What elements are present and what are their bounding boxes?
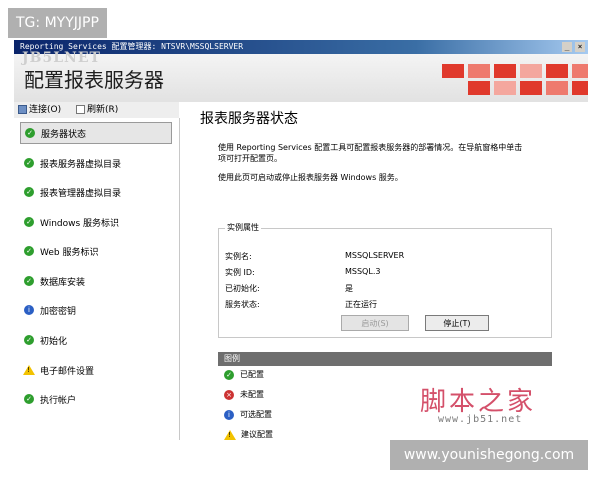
sidebar-item-report-server-vdir[interactable]: ✓ 报表服务器虚拟目录 xyxy=(20,152,172,174)
legend-item-recommended: ! 建议配置 xyxy=(224,429,273,440)
initialized-label: 已初始化: xyxy=(225,284,260,293)
sidebar-item-web-service-identity[interactable]: ✓ Web 服务标识 xyxy=(20,240,172,262)
sidebar-item-label: Web 服务标识 xyxy=(40,247,99,258)
info-icon: i xyxy=(24,305,34,315)
connect-label: 连接(O) xyxy=(29,105,62,115)
refresh-label: 刷新(R) xyxy=(87,105,119,115)
check-icon: ✓ xyxy=(24,187,34,197)
sidebar-item-encryption-keys[interactable]: i 加密密钥 xyxy=(20,299,172,321)
description-line-1: 使用 Reporting Services 配置工具可配置报表服务器的部署情况。… xyxy=(218,143,523,152)
description-line-2: 项可打开配置页。 xyxy=(218,154,282,163)
instance-id-label: 实例 ID: xyxy=(225,268,255,277)
legend-label: 可选配置 xyxy=(240,410,272,419)
refresh-icon xyxy=(76,105,85,114)
legend-header: 图例 xyxy=(218,352,552,366)
instance-id-value: MSSQL.3 xyxy=(345,267,381,276)
legend-item-configured: ✓ 已配置 xyxy=(224,369,264,380)
sidebar-item-initialization[interactable]: ✓ 初始化 xyxy=(20,329,172,351)
check-icon: ✓ xyxy=(24,335,34,345)
sidebar-item-label: 执行帐户 xyxy=(40,395,77,406)
sidebar: ✓ 服务器状态 ✓ 报表服务器虚拟目录 ✓ 报表管理器虚拟目录 ✓ Window… xyxy=(14,118,180,440)
top-left-watermark: TG: MYYJJPP xyxy=(8,8,107,38)
check-icon: ✓ xyxy=(24,217,34,227)
error-icon: × xyxy=(224,389,234,400)
check-icon: ✓ xyxy=(24,158,34,168)
sidebar-item-execution-account[interactable]: ✓ 执行帐户 xyxy=(20,388,172,410)
app-banner: JB5LNET 配置报表服务器 xyxy=(14,50,588,102)
legend-item-not-configured: × 未配置 xyxy=(224,389,264,400)
page-title: 报表服务器状态 xyxy=(200,111,298,127)
sidebar-item-database-setup[interactable]: ✓ 数据库安装 xyxy=(20,270,172,292)
instance-properties-group: 实例属性 实例名: MSSQLSERVER 实例 ID: MSSQL.3 已初始… xyxy=(218,222,552,338)
info-icon: i xyxy=(224,409,234,420)
check-icon: ✓ xyxy=(24,394,34,404)
warning-icon: ! xyxy=(23,365,35,375)
initialized-value: 是 xyxy=(345,284,353,293)
minimize-button[interactable]: _ xyxy=(562,42,572,52)
sidebar-item-server-status[interactable]: ✓ 服务器状态 xyxy=(20,122,172,144)
legend-label: 建议配置 xyxy=(241,430,273,439)
sidebar-item-label: 初始化 xyxy=(40,336,68,347)
config-manager-window: Reporting Services 配置管理器: NTSVR\MSSQLSER… xyxy=(14,40,588,440)
start-button[interactable]: 启动(S) xyxy=(341,315,409,331)
check-icon: ✓ xyxy=(25,128,35,138)
sidebar-item-label: 服务器状态 xyxy=(41,129,87,140)
sidebar-item-label: 电子邮件设置 xyxy=(40,366,95,377)
stop-button[interactable]: 停止(T) xyxy=(425,315,489,331)
jb51-logo-watermark: 脚本之家 xyxy=(420,387,537,417)
refresh-button[interactable]: 刷新(R) xyxy=(76,102,118,118)
jb51-url-watermark: www.jb51.net xyxy=(438,414,523,425)
legend-label: 未配置 xyxy=(240,390,264,399)
legend-item-optional: i 可选配置 xyxy=(224,409,272,420)
close-button[interactable]: × xyxy=(575,42,585,52)
app-title: 配置报表服务器 xyxy=(24,68,164,92)
check-icon: ✓ xyxy=(224,369,234,380)
sidebar-item-label: 加密密钥 xyxy=(40,306,77,317)
toolbar: 连接(O) 刷新(R) xyxy=(14,102,179,119)
connect-button[interactable]: 连接(O) xyxy=(18,102,61,118)
group-title: 实例属性 xyxy=(225,222,261,233)
sidebar-item-label: Windows 服务标识 xyxy=(40,218,120,229)
service-status-value: 正在运行 xyxy=(345,300,377,309)
description-line-3: 使用此页可启动或停止报表服务器 Windows 服务。 xyxy=(218,173,403,182)
instance-name-value: MSSQLSERVER xyxy=(345,251,405,260)
legend-label: 已配置 xyxy=(240,370,264,379)
check-icon: ✓ xyxy=(24,246,34,256)
sidebar-item-email-settings[interactable]: ! 电子邮件设置 xyxy=(20,359,172,381)
sidebar-item-windows-service-identity[interactable]: ✓ Windows 服务标识 xyxy=(20,211,172,233)
sidebar-item-label: 报表服务器虚拟目录 xyxy=(40,159,122,170)
warning-icon: ! xyxy=(224,429,236,440)
instance-name-label: 实例名: xyxy=(225,252,252,261)
check-icon: ✓ xyxy=(24,276,34,286)
bottom-right-watermark: www.younishegong.com xyxy=(390,440,588,470)
sidebar-item-label: 数据库安装 xyxy=(40,277,86,288)
service-status-label: 服务状态: xyxy=(225,300,260,309)
sidebar-item-report-manager-vdir[interactable]: ✓ 报表管理器虚拟目录 xyxy=(20,181,172,203)
connect-icon xyxy=(18,105,27,114)
sidebar-item-label: 报表管理器虚拟目录 xyxy=(40,188,122,199)
